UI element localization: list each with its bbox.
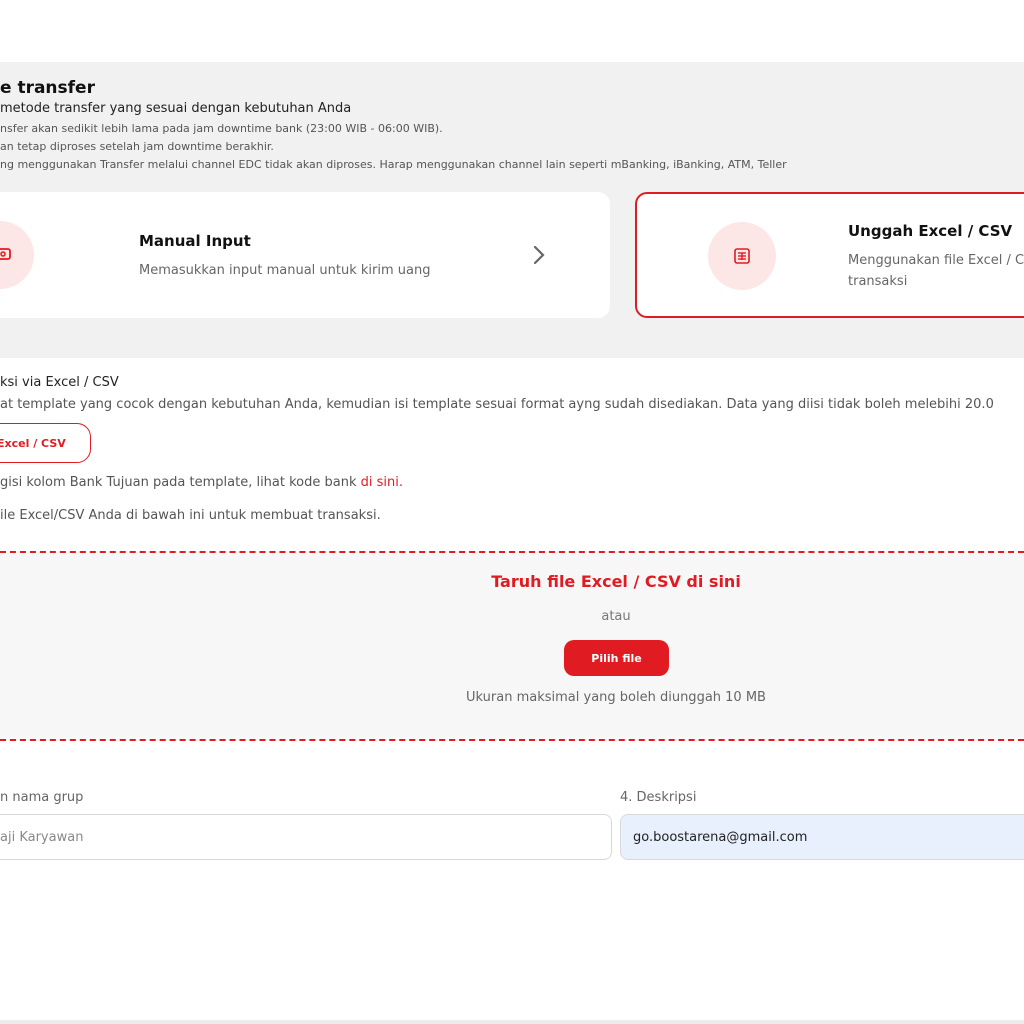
group-name-input[interactable]: aji Karyawan [0, 814, 612, 860]
spreadsheet-icon [708, 222, 776, 290]
method-note-1: nsfer akan sedikit lebih lama pada jam d… [0, 122, 443, 135]
method-title: e transfer [0, 78, 95, 98]
method-subtitle: metode transfer yang sesuai dengan kebut… [0, 101, 352, 116]
upload-excel-desc-line2: transaksi [848, 274, 908, 289]
group-name-label: n nama grup [0, 790, 84, 805]
bank-code-link[interactable]: di sini. [361, 475, 403, 490]
upload-section-desc: at template yang cocok dengan kebutuhan … [0, 397, 994, 412]
upload-excel-title: Unggah Excel / CSV [848, 222, 1013, 240]
bank-code-text: gisi kolom Bank Tujuan pada template, li… [0, 475, 357, 490]
upload-excel-card[interactable]: Unggah Excel / CSV Menggunakan file Exce… [635, 192, 1024, 318]
chevron-right-icon [532, 244, 546, 270]
manual-input-card[interactable]: Manual Input Memasukkan input manual unt… [0, 192, 610, 318]
manual-input-title: Manual Input [139, 232, 251, 250]
description-label: 4. Deskripsi [620, 790, 697, 805]
method-note-2: an tetap diproses setelah jam downtime b… [0, 140, 274, 153]
dropzone-or: atau [601, 609, 631, 624]
bottom-divider [0, 1020, 1024, 1024]
max-size-note: Ukuran maksimal yang boleh diunggah 10 M… [466, 690, 766, 705]
description-input[interactable]: go.boostarena@gmail.com [620, 814, 1024, 860]
manual-input-desc: Memasukkan input manual untuk kirim uang [139, 263, 431, 278]
bank-code-note: gisi kolom Bank Tujuan pada template, li… [0, 475, 403, 490]
method-note-3: ng menggunakan Transfer melalui channel … [0, 158, 787, 171]
download-template-button[interactable]: Excel / CSV [0, 423, 91, 463]
template-button-label: Excel / CSV [0, 436, 66, 450]
description-value: go.boostarena@gmail.com [633, 829, 808, 845]
choose-file-button[interactable]: Pilih file [564, 640, 669, 676]
upload-excel-desc-line1: Menggunakan file Excel / C [848, 253, 1024, 268]
choose-file-label: Pilih file [591, 651, 642, 665]
upload-section-title: ksi via Excel / CSV [0, 375, 119, 390]
hand-cash-icon [0, 221, 34, 289]
dropzone-title: Taruh file Excel / CSV di sini [491, 572, 741, 591]
upload-instruction: ile Excel/CSV Anda di bawah ini untuk me… [0, 508, 381, 523]
group-name-value: aji Karyawan [0, 829, 84, 845]
